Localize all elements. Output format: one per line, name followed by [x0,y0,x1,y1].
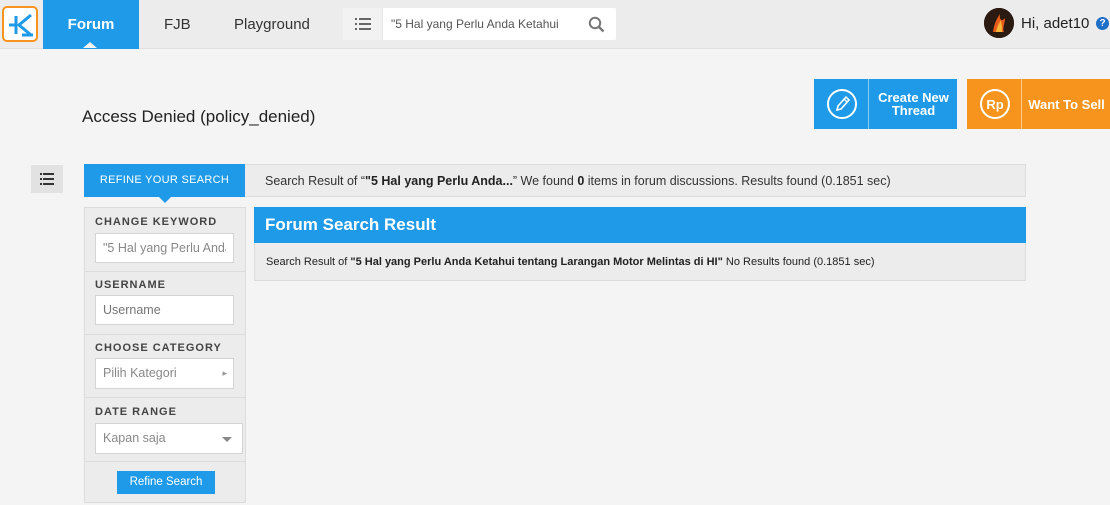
keyword-section: CHANGE KEYWORD [85,208,245,272]
refine-search-button[interactable]: Refine Search [117,471,215,494]
refine-tab-caret [159,197,171,203]
username-section: USERNAME [85,272,245,335]
want-to-sell-button[interactable]: Rp Want To Sell [967,79,1110,129]
chevron-down-icon [222,437,232,442]
chevron-right-icon: ▸ [222,368,227,378]
list-icon [40,173,54,185]
kaskus-logo[interactable] [2,6,38,42]
nav-fjb[interactable]: FJB [164,0,191,49]
category-value: Pilih Kategori [103,366,177,380]
search-summary-bar: REFINE YOUR SEARCH Search Result of “"5 … [84,164,1026,203]
top-navbar: Forum FJB Playground Hi, adet10 ? [0,0,1110,49]
create-thread-label: Create New Thread [878,90,949,118]
keyword-label: CHANGE KEYWORD [95,216,218,228]
help-icon[interactable]: ? [1096,17,1109,30]
user-greeting[interactable]: Hi, adet10 [1021,15,1089,32]
sell-icon-wrap: Rp [967,79,1022,129]
search-input[interactable] [391,8,577,40]
search-summary-text: Search Result of “"5 Hal yang Perlu Anda… [265,174,891,188]
summary-prefix: Search Result of “ [265,174,366,188]
refine-search-tab[interactable]: REFINE YOUR SEARCH [84,164,245,197]
list-icon [355,18,371,30]
result-suffix: No Results found (0.1851 sec) [722,256,875,268]
nav-playground[interactable]: Playground [234,0,310,49]
username-label: USERNAME [95,279,166,291]
date-range-value: Kapan saja [103,431,166,445]
result-query: "5 Hal yang Perlu Anda Ketahui tentang L… [350,256,723,268]
forum-search-result-heading: Forum Search Result [254,207,1026,243]
rupiah-icon: Rp [980,89,1010,119]
category-section: CHOOSE CATEGORY Pilih Kategori ▸ [85,335,245,398]
filter-panel: CHANGE KEYWORD USERNAME CHOOSE CATEGORY … [84,207,246,503]
category-select[interactable]: Pilih Kategori ▸ [95,358,234,389]
pencil-icon [827,89,857,119]
page-title: Access Denied (policy_denied) [82,107,316,126]
kaskus-logo-icon [9,13,33,37]
date-range-select[interactable]: Kapan saja [95,423,243,454]
sidebar-toggle-button[interactable] [31,165,63,193]
result-prefix: Search Result of [266,256,351,268]
avatar-image [984,8,1014,38]
summary-query: "5 Hal yang Perlu Anda... [365,174,513,188]
want-to-sell-label: Want To Sell [1028,97,1105,112]
keyword-input[interactable] [95,233,234,263]
date-range-section: DATE RANGE Kapan saja [85,398,245,462]
svg-text:Rp: Rp [986,97,1003,112]
create-thread-icon-wrap [814,79,869,129]
search-icon[interactable] [588,16,605,33]
summary-suffix: items in forum discussions. Results foun… [584,174,891,188]
result-message: Search Result of "5 Hal yang Perlu Anda … [266,256,874,268]
date-range-label: DATE RANGE [95,406,177,418]
nav-active-caret [83,42,97,48]
username-input[interactable] [95,295,234,325]
search-bar [343,8,616,40]
category-label: CHOOSE CATEGORY [95,342,222,354]
create-thread-button[interactable]: Create New Thread [814,79,957,129]
summary-mid: ” We found [512,174,578,188]
avatar[interactable] [984,8,1014,38]
search-filter-button[interactable] [343,8,383,40]
forum-search-result-panel: Forum Search Result Search Result of "5 … [254,207,1026,281]
